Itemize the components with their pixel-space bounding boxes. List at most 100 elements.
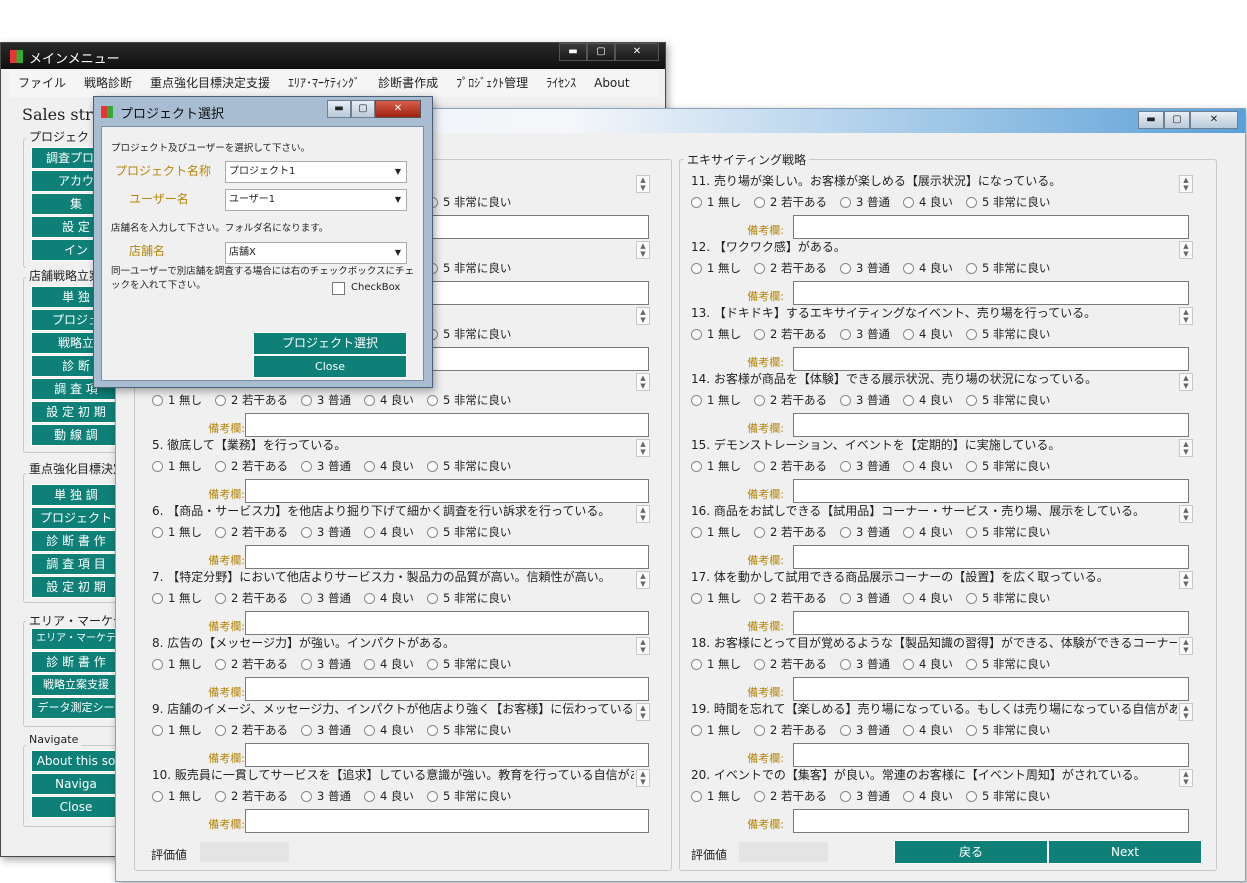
remarks-input[interactable]	[793, 611, 1189, 635]
rating-radio[interactable]: 5 非常に良い	[426, 392, 511, 408]
spin-icon[interactable]: ▲ ▼	[636, 175, 650, 193]
rating-radio[interactable]: 4 良い	[363, 458, 414, 474]
remarks-input[interactable]	[793, 413, 1189, 437]
rating-radio[interactable]: 2 若干ある	[753, 788, 827, 804]
rating-radio[interactable]: 5 非常に良い	[426, 656, 511, 672]
rating-radio[interactable]: 1 無し	[691, 590, 741, 606]
rating-radio[interactable]: 1 無し	[152, 656, 202, 672]
sidebar-btn-items2[interactable]: 調 査 項 目	[31, 553, 121, 575]
rating-radio[interactable]: 5 非常に良い	[426, 326, 511, 342]
remarks-input[interactable]	[245, 809, 649, 833]
rating-radio[interactable]: 4 良い	[363, 590, 414, 606]
rating-radio[interactable]: 2 若干ある	[214, 722, 288, 738]
rating-radio[interactable]: 1 無し	[152, 392, 202, 408]
rating-radio[interactable]: 5 非常に良い	[426, 722, 511, 738]
remarks-input[interactable]	[793, 215, 1189, 239]
rating-radio[interactable]: 3 普通	[300, 656, 351, 672]
rating-radio[interactable]: 2 若干ある	[753, 590, 827, 606]
sidebar-btn-plan-support[interactable]: 戦略立案支援	[31, 674, 121, 696]
rating-radio[interactable]: 3 普通	[839, 194, 890, 210]
project-name-select[interactable]: プロジェクト1 ▼	[225, 161, 407, 183]
spin-icon[interactable]: ▲ ▼	[636, 703, 650, 721]
rating-radio[interactable]: 1 無し	[691, 194, 741, 210]
dialog-close-x-button[interactable]: ✕	[375, 100, 421, 118]
remarks-input[interactable]	[245, 479, 649, 503]
sidebar-btn-single2[interactable]: 単 独 調	[31, 484, 121, 506]
sidebar-btn-init[interactable]: 設 定 初 期	[31, 401, 121, 423]
rating-radio[interactable]: 2 若干ある	[214, 590, 288, 606]
user-name-select[interactable]: ユーザー1 ▼	[225, 189, 407, 211]
checkbox[interactable]	[332, 282, 345, 295]
rating-radio[interactable]: 1 無し	[152, 788, 202, 804]
dialog-close-button[interactable]: Close	[253, 355, 407, 378]
project-select-button[interactable]: プロジェクト選択	[253, 332, 407, 355]
rating-radio[interactable]: 4 良い	[902, 722, 953, 738]
menu-area[interactable]: ｴﾘｱ･ﾏｰｹﾃｨﾝｸﾞ	[279, 71, 369, 95]
minimize-button[interactable]: ▬	[559, 43, 587, 61]
dialog-maximize-button[interactable]: ▢	[351, 100, 375, 118]
sidebar-btn-project2[interactable]: プロジェクト	[31, 507, 121, 529]
rating-radio[interactable]: 1 無し	[691, 524, 741, 540]
spin-icon[interactable]: ▲ ▼	[1179, 571, 1193, 589]
spin-icon[interactable]: ▲ ▼	[1179, 439, 1193, 457]
menu-file[interactable]: ファイル	[9, 71, 75, 95]
rating-radio[interactable]: 4 良い	[902, 590, 953, 606]
rating-radio[interactable]: 3 普通	[300, 524, 351, 540]
dialog-minimize-button[interactable]: ▬	[327, 100, 351, 118]
spin-icon[interactable]: ▲ ▼	[1179, 241, 1193, 259]
rating-radio[interactable]: 5 非常に良い	[426, 524, 511, 540]
rating-radio[interactable]: 4 良い	[902, 194, 953, 210]
close-window-button[interactable]: ✕	[615, 43, 659, 61]
rating-radio[interactable]: 2 若干ある	[753, 656, 827, 672]
menu-strategy[interactable]: 戦略診断	[75, 71, 141, 95]
rating-radio[interactable]: 4 良い	[902, 260, 953, 276]
rating-radio[interactable]: 1 無し	[691, 458, 741, 474]
spin-icon[interactable]: ▲ ▼	[636, 571, 650, 589]
sidebar-btn-flow[interactable]: 動 線 調	[31, 424, 121, 446]
rating-radio[interactable]: 2 若干ある	[214, 392, 288, 408]
remarks-input[interactable]	[793, 281, 1189, 305]
sidebar-btn-init2[interactable]: 設 定 初 期	[31, 576, 121, 598]
rating-radio[interactable]: 3 普通	[300, 722, 351, 738]
spin-icon[interactable]: ▲ ▼	[636, 637, 650, 655]
back-button[interactable]: 戻る	[894, 840, 1048, 864]
rating-radio[interactable]: 4 良い	[363, 722, 414, 738]
rating-radio[interactable]: 3 普通	[300, 392, 351, 408]
eval-minimize-button[interactable]: ▬	[1138, 111, 1164, 129]
rating-radio[interactable]: 4 良い	[363, 788, 414, 804]
rating-radio[interactable]: 4 良い	[363, 656, 414, 672]
rating-radio[interactable]: 2 若干ある	[214, 524, 288, 540]
remarks-input[interactable]	[793, 743, 1189, 767]
rating-radio[interactable]: 1 無し	[691, 656, 741, 672]
spin-icon[interactable]: ▲ ▼	[1179, 703, 1193, 721]
rating-radio[interactable]: 1 無し	[691, 260, 741, 276]
rating-radio[interactable]: 3 普通	[839, 788, 890, 804]
spin-icon[interactable]: ▲ ▼	[1179, 769, 1193, 787]
rating-radio[interactable]: 3 普通	[300, 788, 351, 804]
rating-radio[interactable]: 5 非常に良い	[965, 260, 1050, 276]
remarks-input[interactable]	[793, 809, 1189, 833]
rating-radio[interactable]: 1 無し	[152, 458, 202, 474]
rating-radio[interactable]: 5 非常に良い	[426, 194, 511, 210]
sidebar-btn-report3[interactable]: 診 断 書 作	[31, 651, 121, 673]
spin-icon[interactable]: ▲ ▼	[1179, 175, 1193, 193]
remarks-input[interactable]	[245, 545, 649, 569]
rating-radio[interactable]: 3 普通	[839, 392, 890, 408]
rating-radio[interactable]: 2 若干ある	[753, 524, 827, 540]
sidebar-btn-data-sheet[interactable]: データ測定シー	[31, 697, 121, 719]
spin-icon[interactable]: ▲ ▼	[636, 373, 650, 391]
rating-radio[interactable]: 3 普通	[839, 656, 890, 672]
rating-radio[interactable]: 3 普通	[839, 590, 890, 606]
spin-icon[interactable]: ▲ ▼	[636, 241, 650, 259]
rating-radio[interactable]: 4 良い	[902, 392, 953, 408]
eval-maximize-button[interactable]: ▢	[1164, 111, 1190, 129]
rating-radio[interactable]: 3 普通	[839, 326, 890, 342]
rating-radio[interactable]: 3 普通	[839, 458, 890, 474]
menu-report[interactable]: 診断書作成	[369, 71, 447, 95]
rating-radio[interactable]: 4 良い	[902, 656, 953, 672]
remarks-input[interactable]	[245, 611, 649, 635]
spin-icon[interactable]: ▲ ▼	[636, 505, 650, 523]
rating-radio[interactable]: 5 非常に良い	[426, 590, 511, 606]
eval-close-button[interactable]: ✕	[1190, 111, 1238, 129]
rating-radio[interactable]: 4 良い	[902, 326, 953, 342]
